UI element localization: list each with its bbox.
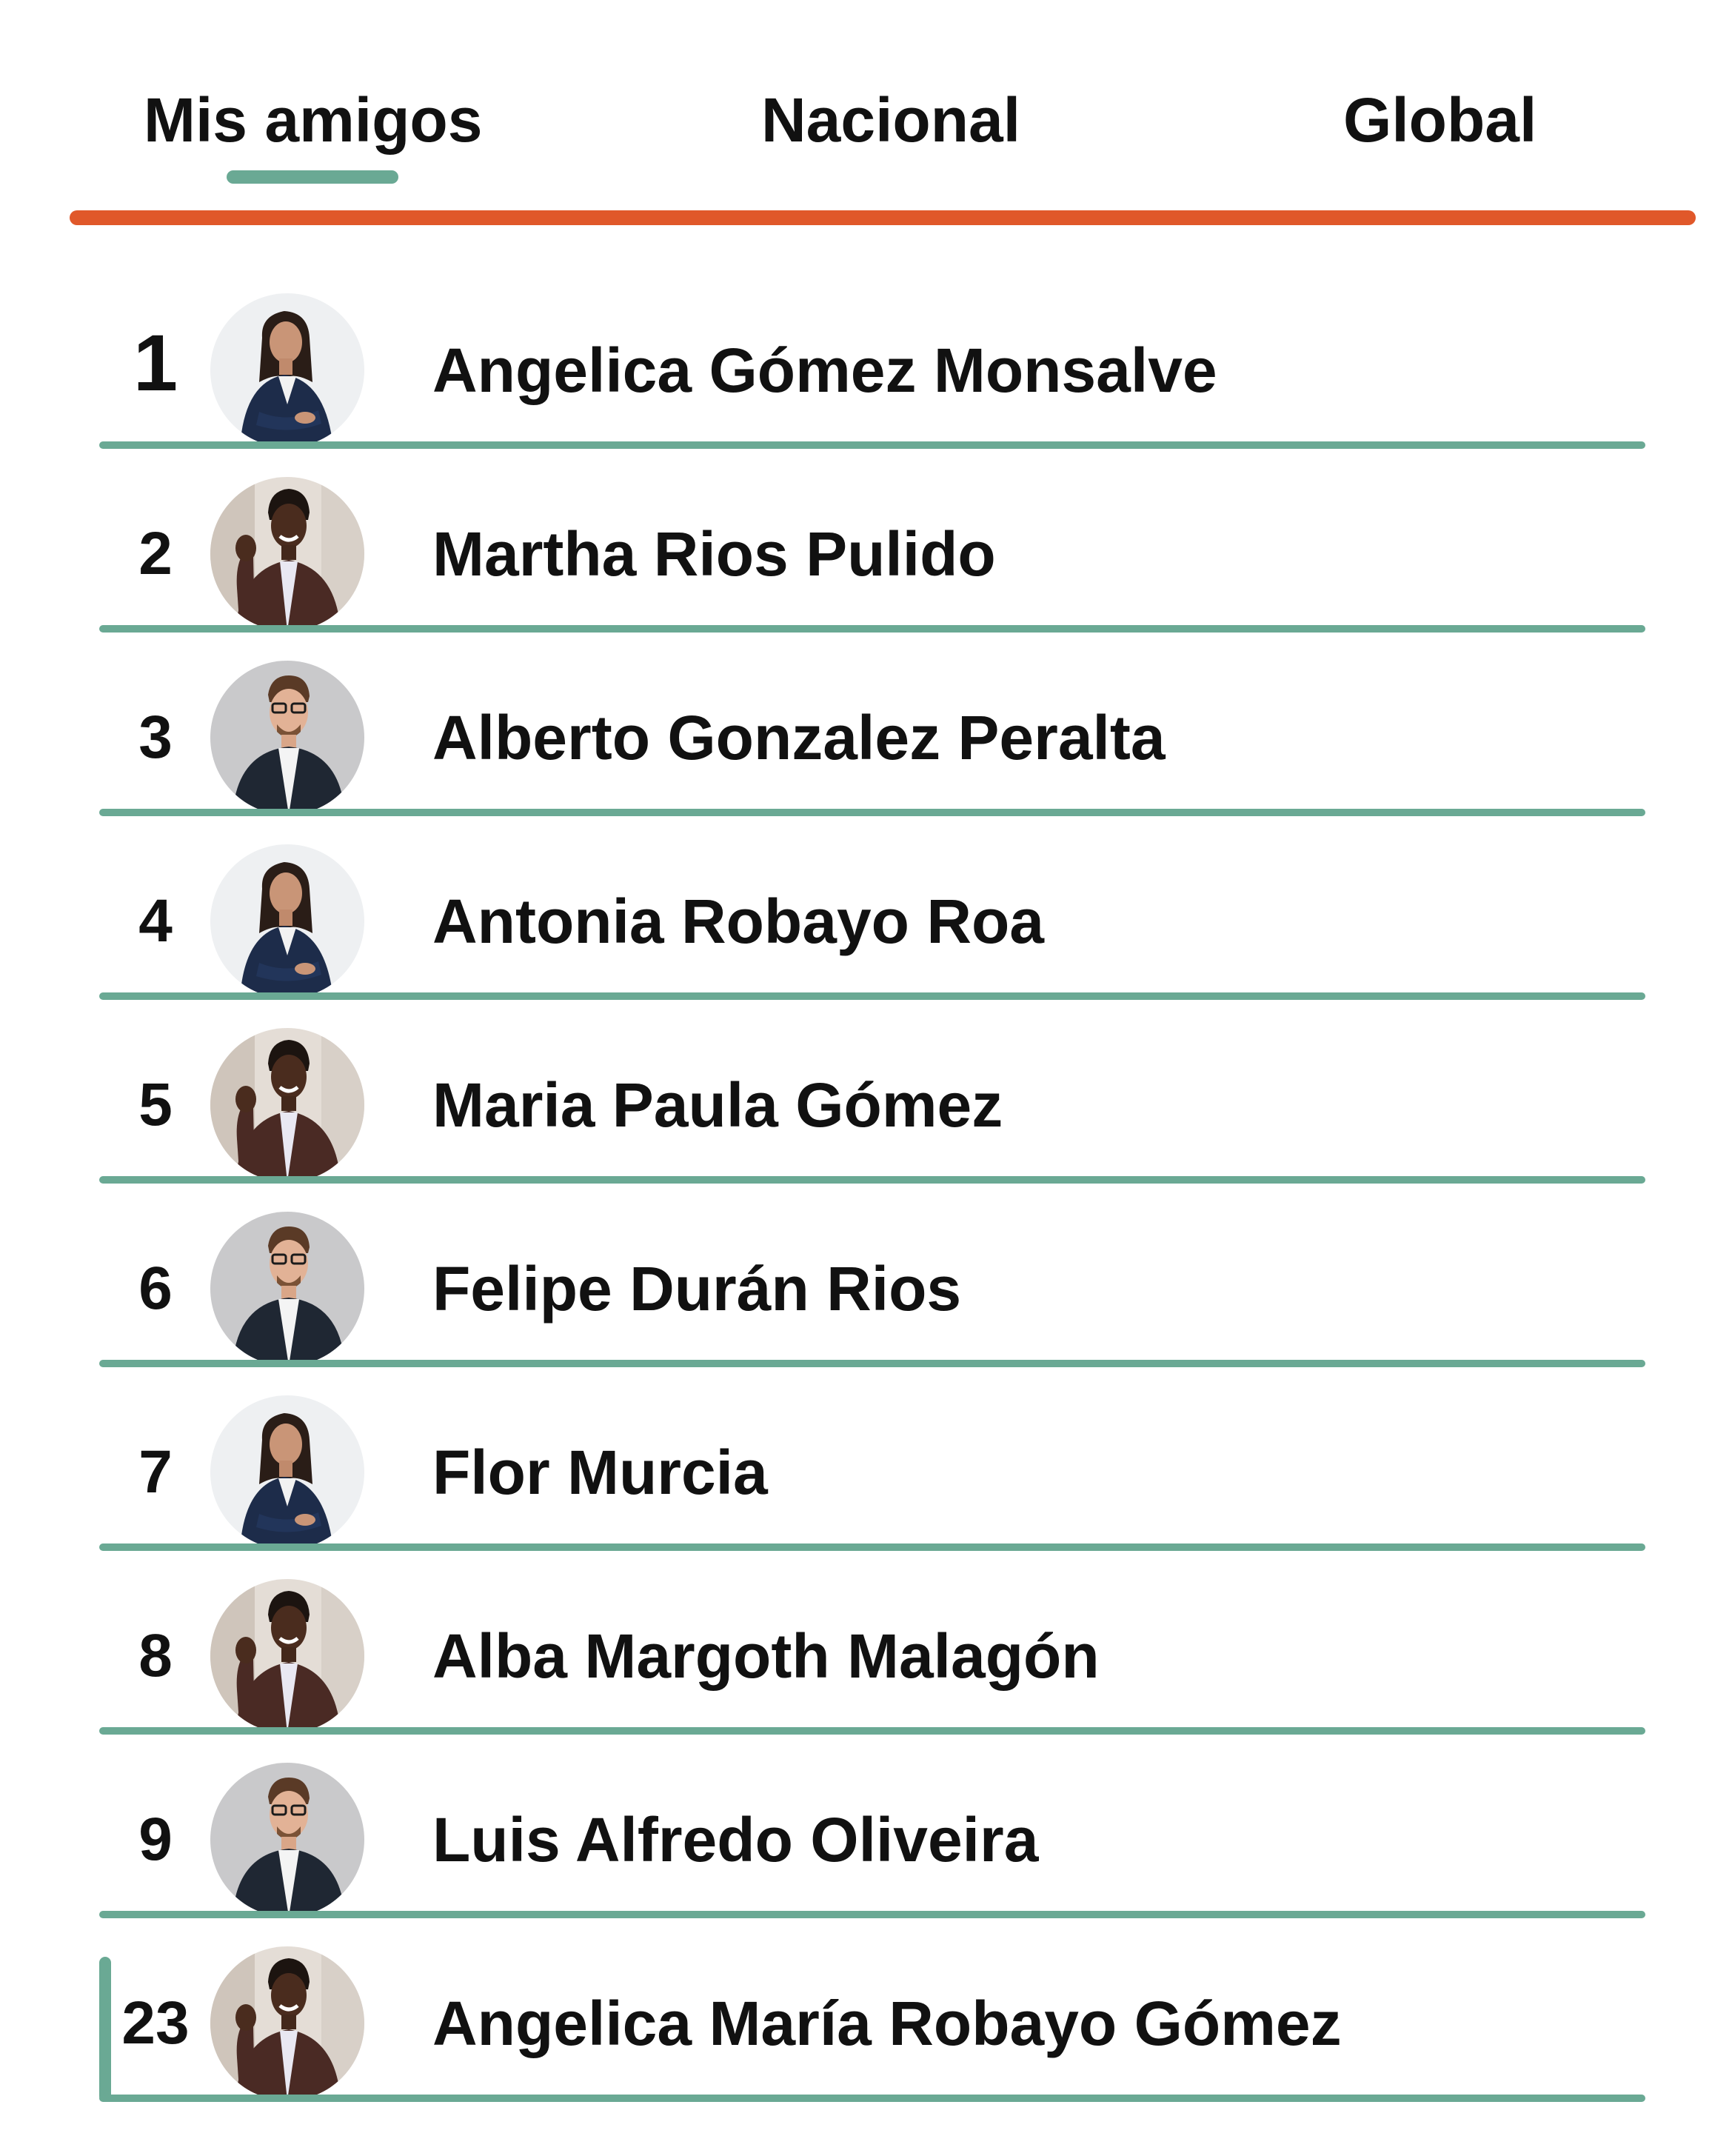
player-name: Maria Paula Gómez	[432, 1070, 1003, 1140]
player-name: Felipe Durán Rios	[432, 1254, 962, 1324]
row-separator	[99, 1911, 1645, 1918]
tab-global[interactable]: Global	[1343, 83, 1537, 157]
player-name: Angelica María Robayo Gómez	[432, 1989, 1342, 2058]
leaderboard-row[interactable]: 2 Martha Rios Pulido	[0, 465, 1732, 643]
leaderboard-row[interactable]: 6 Felipe Durán Rios	[0, 1200, 1732, 1378]
player-name: Alba Margoth Malagón	[432, 1621, 1100, 1691]
man-glasses-avatar[interactable]	[210, 1763, 364, 1917]
rank-number: 1	[133, 318, 178, 407]
tab-mis-amigos[interactable]: Mis amigos	[144, 83, 482, 157]
player-name: Antonia Robayo Roa	[432, 887, 1045, 956]
row-separator	[99, 992, 1645, 1000]
row-separator	[99, 809, 1645, 816]
row-separator	[99, 1360, 1645, 1367]
current-user-row[interactable]: 23 Angelica María Robayo Gómez	[0, 1935, 1732, 2112]
man-glasses-avatar[interactable]	[210, 661, 364, 815]
leaderboard-row[interactable]: 8 Alba Margoth Malagón	[0, 1567, 1732, 1745]
leaderboard-row[interactable]: 1 Angelica Gómez Monsalve	[0, 281, 1732, 459]
player-name: Luis Alfredo Oliveira	[432, 1805, 1039, 1875]
player-name: Martha Rios Pulido	[432, 519, 996, 589]
tabs-divider	[70, 210, 1696, 225]
tab-nacional[interactable]: Nacional	[761, 83, 1020, 157]
row-separator	[99, 1727, 1645, 1735]
player-name: Angelica Gómez Monsalve	[432, 336, 1217, 405]
woman-blazer-avatar[interactable]	[210, 1395, 364, 1549]
rank-number: 4	[138, 887, 173, 955]
woman-blazer-avatar[interactable]	[210, 293, 364, 447]
leaderboard-tabs: Mis amigos Nacional Global	[0, 0, 1732, 193]
leaderboard-row[interactable]: 7 Flor Murcia	[0, 1384, 1732, 1561]
woman-waving-avatar[interactable]	[210, 1579, 364, 1733]
rank-number: 23	[121, 1989, 190, 2057]
woman-blazer-avatar[interactable]	[210, 844, 364, 998]
rank-number: 6	[138, 1255, 173, 1322]
row-separator	[99, 1176, 1645, 1184]
rank-number: 9	[138, 1806, 173, 1873]
woman-waving-avatar[interactable]	[210, 1028, 364, 1182]
player-name: Alberto Gonzalez Peralta	[432, 703, 1166, 772]
woman-waving-avatar[interactable]	[210, 477, 364, 631]
rank-number: 2	[138, 520, 173, 587]
woman-waving-avatar[interactable]	[210, 1946, 364, 2100]
player-name: Flor Murcia	[432, 1438, 768, 1507]
row-separator	[99, 625, 1645, 633]
leaderboard-row[interactable]: 9 Luis Alfredo Oliveira	[0, 1751, 1732, 1929]
man-glasses-avatar[interactable]	[210, 1212, 364, 1366]
leaderboard-row[interactable]: 4 Antonia Robayo Roa	[0, 832, 1732, 1010]
rank-number: 3	[138, 704, 173, 771]
rank-number: 8	[138, 1622, 173, 1689]
row-separator	[99, 1543, 1645, 1551]
rank-number: 5	[138, 1071, 173, 1138]
rank-number: 7	[138, 1438, 173, 1506]
leaderboard-row[interactable]: 3 Alberto Gonzalez Peralta	[0, 649, 1732, 827]
row-separator	[99, 441, 1645, 449]
row-separator	[99, 2095, 1645, 2102]
active-tab-indicator	[227, 170, 398, 184]
leaderboard-row[interactable]: 5 Maria Paula Gómez	[0, 1016, 1732, 1194]
